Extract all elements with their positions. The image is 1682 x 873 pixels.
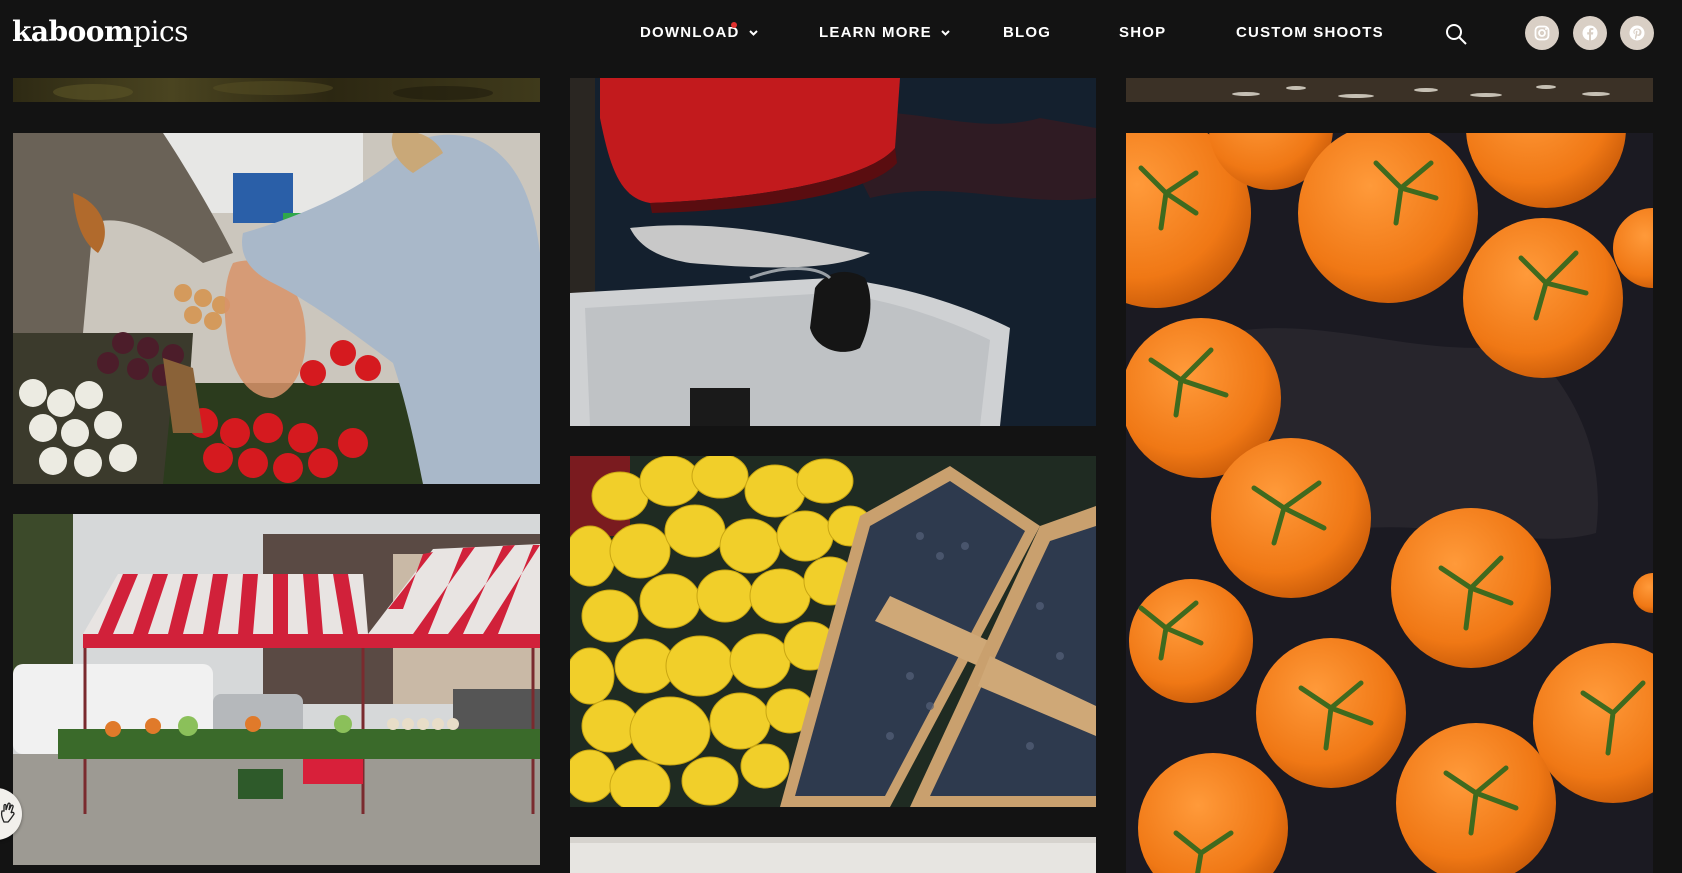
photo-forest-top[interactable] (13, 78, 540, 102)
logo[interactable]: kaboompics (12, 14, 189, 50)
pinterest-button[interactable] (1620, 16, 1654, 50)
photo-water-top[interactable] (1126, 78, 1653, 102)
instagram-icon (1534, 25, 1550, 41)
photo-forest-top-image (13, 78, 540, 102)
photo-tomatoes[interactable] (1126, 133, 1653, 873)
photo-market-shopping[interactable] (13, 133, 540, 484)
nav-blog[interactable]: BLOG (1003, 24, 1051, 42)
chevron-down-icon (941, 30, 950, 36)
photo-partial-bottom-image (570, 837, 1096, 873)
photo-market-shopping-image (13, 133, 540, 484)
facebook-button[interactable] (1573, 16, 1607, 50)
photo-market-stall[interactable] (13, 514, 540, 865)
facebook-icon (1582, 25, 1598, 41)
instagram-button[interactable] (1525, 16, 1559, 50)
logo-bold-text: kaboom (12, 15, 134, 48)
photo-tomatoes-image (1126, 133, 1653, 873)
top-navigation: kaboompics DOWNLOAD LEARN MORE BLOG SHOP… (0, 0, 1682, 68)
search-icon[interactable] (1444, 22, 1468, 46)
logo-light-text: pics (133, 15, 189, 48)
hand-icon (0, 802, 15, 823)
photo-boat-water[interactable] (570, 78, 1096, 426)
nav-download[interactable]: DOWNLOAD (640, 24, 758, 42)
nav-learn-more[interactable]: LEARN MORE (819, 24, 950, 42)
photo-partial-bottom[interactable] (570, 837, 1096, 873)
nav-learn-more-label: LEARN MORE (819, 24, 932, 41)
nav-download-label: DOWNLOAD (640, 24, 740, 41)
nav-shop[interactable]: SHOP (1119, 24, 1166, 42)
photo-lemons-blueberries-image (570, 456, 1096, 807)
photo-boat-water-image (570, 78, 1096, 426)
photo-lemons-blueberries[interactable] (570, 456, 1096, 807)
photo-market-stall-image (13, 514, 540, 865)
chevron-down-icon (749, 30, 758, 36)
notification-dot (731, 22, 737, 28)
photo-water-top-image (1126, 78, 1653, 102)
pinterest-icon (1629, 25, 1645, 41)
nav-custom-shoots[interactable]: CUSTOM SHOOTS (1236, 24, 1384, 42)
